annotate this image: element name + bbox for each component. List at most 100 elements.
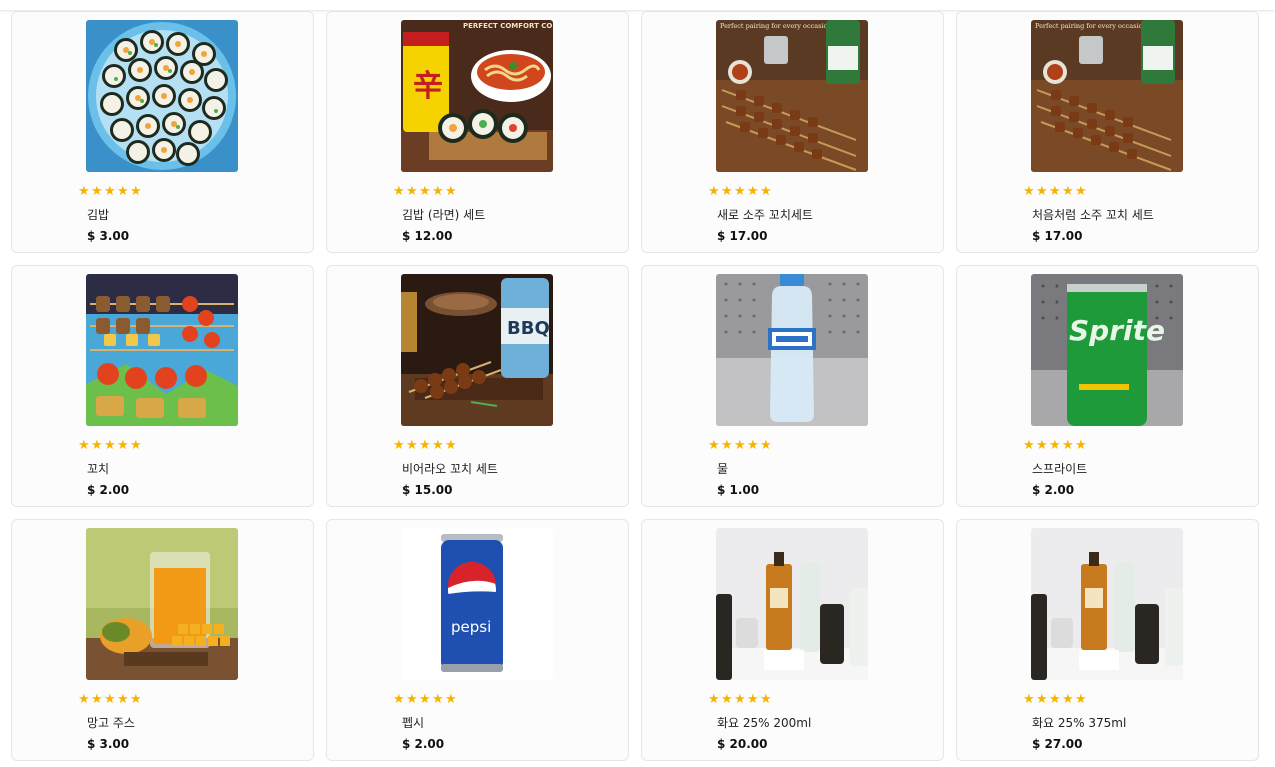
star-icon: ★ [432,438,444,453]
product-name[interactable]: 비어라오 꼬치 세트 [402,460,498,477]
product-price: $ 15.00 [402,483,453,497]
star-icon: ★ [104,692,116,707]
product-image[interactable] [86,20,238,172]
star-icon: ★ [747,438,759,453]
star-icon: ★ [406,184,418,199]
product-image[interactable]: pepsi [401,528,553,680]
product-card[interactable]: ★ ★ ★ ★ ★ 화요 25% 375ml $ 27.00 [956,519,1259,761]
product-image[interactable] [716,528,868,680]
star-icon: ★ [419,184,431,199]
product-card[interactable]: ★ ★ ★ ★ ★ 물 $ 1.00 [641,265,944,507]
product-name[interactable]: 화요 25% 375ml [1032,714,1126,731]
star-icon: ★ [734,438,746,453]
star-icon: ★ [734,692,746,707]
product-price: $ 27.00 [1032,737,1083,751]
star-icon: ★ [104,184,116,199]
image-text: pepsi [451,618,491,636]
star-icon: ★ [708,692,720,707]
product-price: $ 17.00 [1032,229,1083,243]
star-icon: ★ [393,184,405,199]
product-price: $ 3.00 [87,229,130,243]
product-price: $ 2.00 [1032,483,1075,497]
rating-stars: ★ ★ ★ ★ ★ [78,184,142,202]
product-card[interactable]: PERFECT COMFORT COMBO 辛 ★ ★ ★ [326,11,629,253]
star-icon: ★ [760,438,772,453]
star-icon: ★ [1062,184,1074,199]
product-name[interactable]: 김밥 (라면) 세트 [402,206,485,223]
product-card[interactable]: pepsi ★ ★ ★ ★ ★ 펩시 $ 2.00 [326,519,629,761]
star-icon: ★ [419,692,431,707]
product-price: $ 2.00 [402,737,445,751]
rating-stars: ★ ★ ★ ★ ★ [708,184,772,202]
top-bar [0,0,1275,11]
product-price: $ 17.00 [717,229,768,243]
star-icon: ★ [117,438,129,453]
product-image[interactable]: BBQ [401,274,553,426]
product-image[interactable]: Perfect pairing for every occasion [716,20,868,172]
rating-stars: ★ ★ ★ ★ ★ [78,438,142,456]
star-icon: ★ [406,692,418,707]
product-card[interactable]: ★ ★ ★ ★ ★ 화요 25% 200ml $ 20.00 [641,519,944,761]
image-text: BBQ [507,318,550,339]
image-text: PERFECT COMFORT COMBO [463,22,553,30]
product-image[interactable]: Sprite [1031,274,1183,426]
star-icon: ★ [747,692,759,707]
star-icon: ★ [445,184,457,199]
star-icon: ★ [721,184,733,199]
star-icon: ★ [1062,438,1074,453]
product-card[interactable]: ★ ★ ★ ★ ★ 꼬치 $ 2.00 [11,265,314,507]
rating-stars: ★ ★ ★ ★ ★ [708,438,772,456]
product-card[interactable]: ★ ★ ★ ★ ★ 망고 주스 $ 3.00 [11,519,314,761]
product-name[interactable]: 화요 25% 200ml [717,714,811,731]
product-price: $ 1.00 [717,483,760,497]
product-image[interactable]: PERFECT COMFORT COMBO 辛 [401,20,553,172]
product-card[interactable]: ★ ★ ★ ★ ★ 김밥 $ 3.00 [11,11,314,253]
rating-stars: ★ ★ ★ ★ ★ [393,692,457,710]
product-name[interactable]: 꼬치 [87,460,109,477]
product-name[interactable]: 김밥 [87,206,109,223]
star-icon: ★ [419,438,431,453]
star-icon: ★ [747,184,759,199]
star-icon: ★ [445,438,457,453]
product-card[interactable]: Perfect pairing for every occasion ★ ★ ★… [641,11,944,253]
image-text: Perfect pairing for every occasion [720,22,832,30]
star-icon: ★ [78,184,90,199]
star-icon: ★ [117,692,129,707]
product-image[interactable] [86,528,238,680]
product-image[interactable] [86,274,238,426]
rating-stars: ★ ★ ★ ★ ★ [78,692,142,710]
star-icon: ★ [130,438,142,453]
product-image[interactable]: Perfect pairing for every occasion [1031,20,1183,172]
rating-stars: ★ ★ ★ ★ ★ [1023,692,1087,710]
star-icon: ★ [721,692,733,707]
product-image[interactable] [716,274,868,426]
product-image[interactable] [1031,528,1183,680]
star-icon: ★ [1036,692,1048,707]
product-card[interactable]: Perfect pairing for every occasion ★ ★ ★… [956,11,1259,253]
star-icon: ★ [760,692,772,707]
product-name[interactable]: 처음처럼 소주 꼬치 세트 [1032,206,1154,223]
product-name[interactable]: 스프라이트 [1032,460,1087,477]
product-name[interactable]: 물 [717,460,728,477]
product-card[interactable]: Sprite ★ ★ ★ ★ ★ 스프라이트 $ 2.00 [956,265,1259,507]
star-icon: ★ [1049,438,1061,453]
rating-stars: ★ ★ ★ ★ ★ [393,184,457,202]
product-name[interactable]: 새로 소주 꼬치세트 [717,206,813,223]
product-name[interactable]: 망고 주스 [87,714,135,731]
star-icon: ★ [721,438,733,453]
product-name[interactable]: 펩시 [402,714,424,731]
star-icon: ★ [708,438,720,453]
rating-stars: ★ ★ ★ ★ ★ [708,692,772,710]
star-icon: ★ [1049,184,1061,199]
product-card[interactable]: BBQ ★ ★ ★ ★ ★ 비어라오 꼬치 세트 $ 15.00 [326,265,629,507]
star-icon: ★ [130,692,142,707]
star-icon: ★ [1023,692,1035,707]
star-icon: ★ [1062,692,1074,707]
svg-text:辛: 辛 [413,69,443,104]
star-icon: ★ [104,438,116,453]
product-price: $ 12.00 [402,229,453,243]
star-icon: ★ [1023,438,1035,453]
rating-stars: ★ ★ ★ ★ ★ [1023,184,1087,202]
image-text: Perfect pairing for every occasion [1035,22,1147,30]
star-icon: ★ [91,692,103,707]
